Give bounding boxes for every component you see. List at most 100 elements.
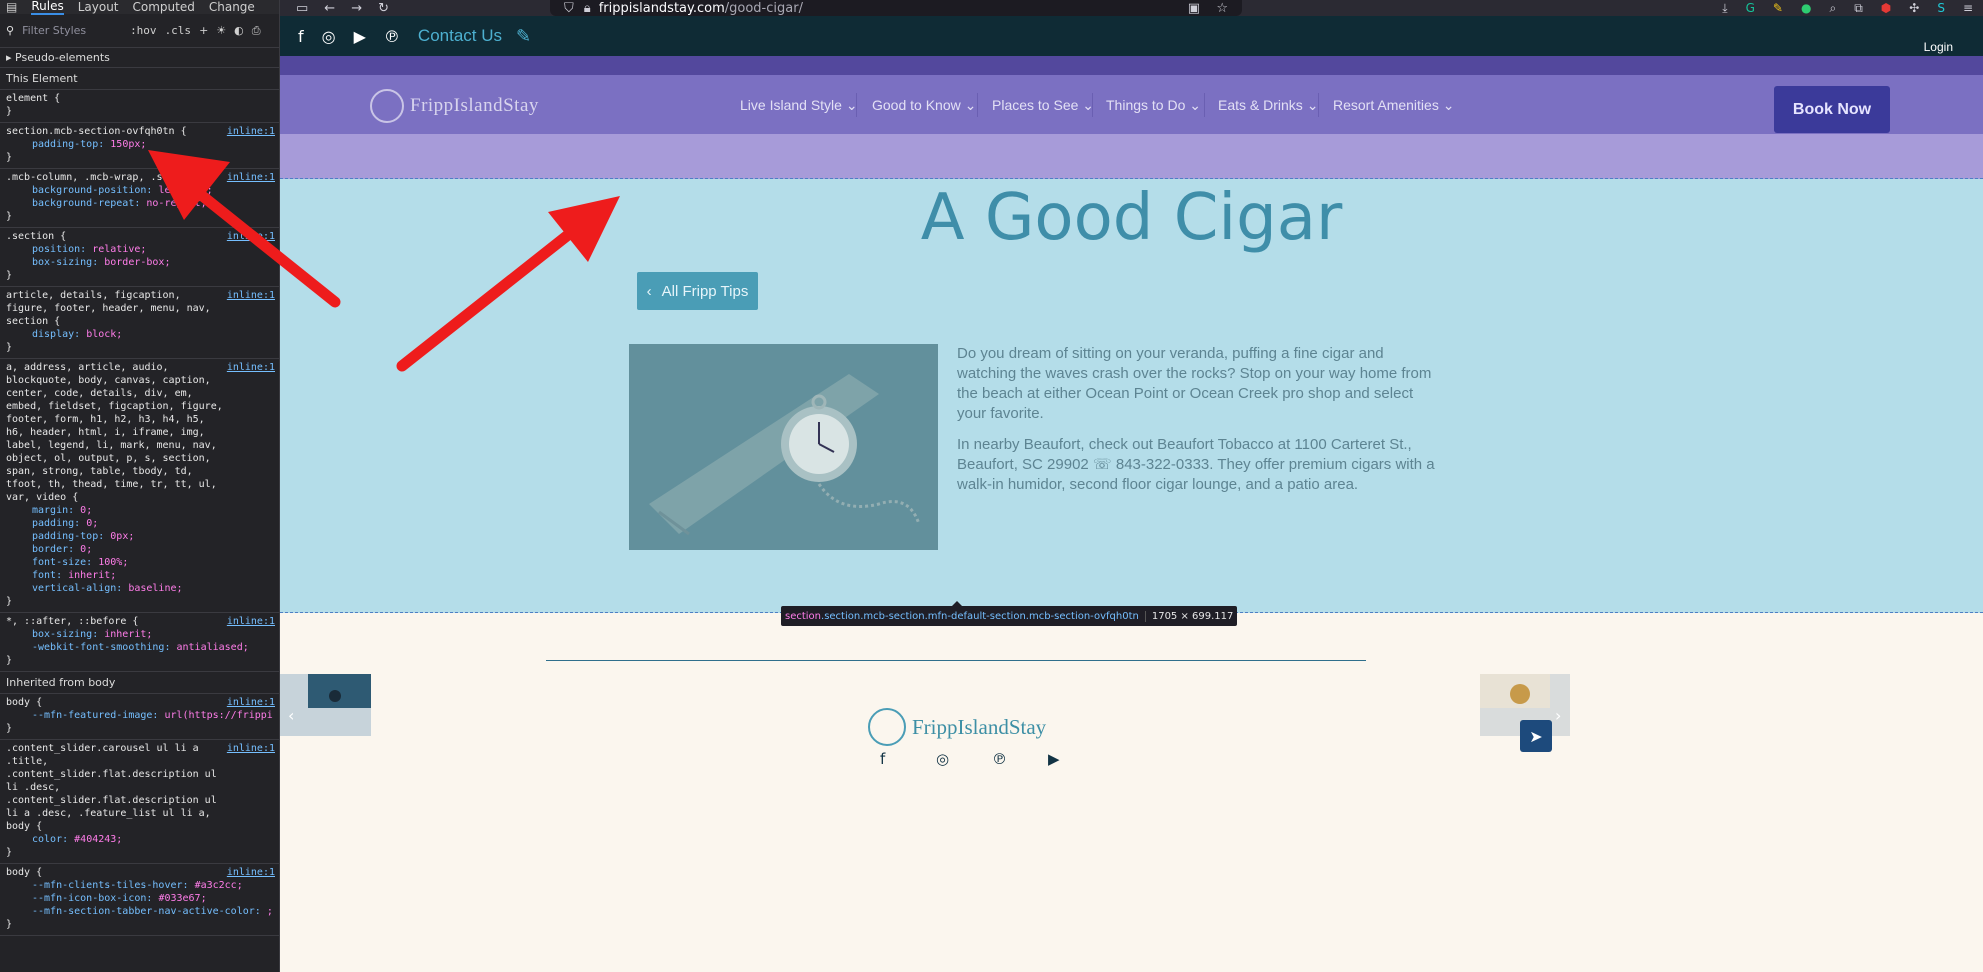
instagram-icon[interactable]: ◎	[322, 27, 336, 46]
css-rule[interactable]: inline:1 body {--mfn-clients-tiles-hover:…	[0, 864, 279, 936]
dark-scheme-icon[interactable]: ◐	[234, 24, 244, 37]
adblock-icon[interactable]: ⬢	[1881, 1, 1891, 15]
add-rule-button[interactable]: +	[199, 24, 208, 37]
rule-source-link[interactable]: inline:1	[227, 289, 275, 302]
toolbar-extensions: ⤓ G ✎ ● ⌕ ⧉ ⬢ ✣ S ≡	[1722, 0, 1973, 16]
nav-label: Good to Know	[872, 97, 961, 113]
nav-item-things-to-do[interactable]: Things to Do ⌄	[1106, 97, 1201, 114]
css-rule[interactable]: inline:1 body {--mfn-featured-image: url(…	[0, 694, 279, 740]
rule-source-link[interactable]: inline:1	[227, 125, 275, 138]
declaration[interactable]: --mfn-icon-box-icon: #033e67;	[6, 892, 273, 905]
declaration[interactable]: background-repeat: no-repeat;	[6, 197, 273, 210]
nav-item-places-to-see[interactable]: Places to See ⌄	[992, 97, 1094, 114]
declaration[interactable]: --mfn-clients-tiles-hover: #a3c2cc;	[6, 879, 273, 892]
declaration[interactable]: --mfn-section-tabber-nav-active-color: ;	[6, 905, 273, 918]
facebook-icon[interactable]: f	[298, 27, 304, 46]
extension-icon[interactable]: ⧉	[1854, 1, 1863, 16]
chat-widget-button[interactable]: ➤	[1520, 720, 1552, 752]
rule-source-link[interactable]: inline:1	[227, 230, 275, 243]
css-rule[interactable]: inline:1 article, details, figcaption, fi…	[0, 287, 279, 359]
declaration[interactable]: -webkit-font-smoothing: antialiased;	[6, 641, 273, 654]
declaration[interactable]: box-sizing: border-box;	[6, 256, 273, 269]
declaration[interactable]: vertical-align: baseline;	[6, 582, 273, 595]
declaration[interactable]: --mfn-featured-image: url(https://frippi…	[6, 709, 273, 722]
declaration[interactable]: padding-top: 150px;	[6, 138, 273, 151]
puzzle-icon[interactable]: ✣	[1909, 1, 1919, 15]
bookmark-star-icon[interactable]: ☆	[1216, 1, 1228, 16]
next-arrow-icon[interactable]: ›	[1555, 706, 1561, 725]
css-rule[interactable]: inline:1 .section {position: relative; box…	[0, 228, 279, 287]
hov-button[interactable]: :hov	[130, 24, 157, 37]
devtools-tabs: ▤ Rules Layout Computed Change	[0, 0, 279, 15]
light-scheme-icon[interactable]: ☀	[216, 24, 226, 37]
all-fripp-tips-button[interactable]: ‹ All Fripp Tips	[637, 272, 758, 310]
rule-source-link[interactable]: inline:1	[227, 171, 275, 184]
pinterest-icon[interactable]: ℗	[384, 27, 400, 46]
prev-arrow-icon[interactable]: ‹	[288, 706, 294, 725]
css-rule[interactable]: inline:1 .mcb-column, .mcb-wrap, .se… {ba…	[0, 169, 279, 228]
sidebar-icon[interactable]: ▭	[296, 1, 308, 16]
footer-instagram-icon[interactable]: ◎	[936, 750, 949, 768]
reload-icon[interactable]: ↻	[378, 1, 389, 16]
rule-source-link[interactable]: inline:1	[227, 866, 275, 879]
css-rule[interactable]: inline:1 a, address, article, audio, bloc…	[0, 359, 279, 613]
s-extension-icon[interactable]: S	[1937, 1, 1945, 15]
footer-youtube-icon[interactable]: ▶	[1048, 750, 1060, 768]
css-rule[interactable]: inline:1 section.mcb-section-ovfqh0tn {pa…	[0, 123, 279, 169]
color-picker-icon[interactable]: ✎	[1773, 1, 1783, 15]
contact-us-link[interactable]: Contact Us	[418, 26, 502, 46]
book-now-button[interactable]: Book Now	[1774, 86, 1890, 133]
declaration[interactable]: position: relative;	[6, 243, 273, 256]
declaration[interactable]: font-size: 100%;	[6, 556, 273, 569]
declaration[interactable]: border: 0;	[6, 543, 273, 556]
declaration-property: color:	[32, 834, 75, 845]
rule-source-link[interactable]: inline:1	[227, 361, 275, 374]
tab-computed[interactable]: Computed	[133, 0, 195, 14]
tab-rules[interactable]: Rules	[31, 0, 64, 15]
nav-item-resort-amenities[interactable]: Resort Amenities ⌄	[1333, 97, 1454, 114]
forward-icon[interactable]: →	[351, 1, 362, 16]
filter-styles-input[interactable]: Filter Styles	[22, 24, 122, 37]
css-rule[interactable]: inline:1 *, ::after, ::before {box-sizing…	[0, 613, 279, 672]
pseudo-elements-toggle[interactable]: ▸ Pseudo-elements	[0, 48, 279, 68]
nav-item-eats-drinks[interactable]: Eats & Drinks ⌄	[1218, 97, 1318, 114]
rule-source-link[interactable]: inline:1	[227, 696, 275, 709]
youtube-icon[interactable]: ▶	[354, 27, 366, 46]
css-rule[interactable]: inline:1 .content_slider.carousel ul li a…	[0, 740, 279, 864]
url-bar[interactable]: ⛉ 🔒︎ frippislandstay.com/good-cigar/ ▣ ☆	[550, 0, 1242, 16]
footer-logo[interactable]: FrippIslandStay	[868, 708, 1046, 746]
rule-source-link[interactable]: inline:1	[227, 742, 275, 755]
declaration[interactable]: color: #404243;	[6, 833, 273, 846]
declaration[interactable]: padding: 0;	[6, 517, 273, 530]
footer-pinterest-icon[interactable]: ℗	[992, 750, 1007, 768]
css-rule[interactable]: element {}	[0, 90, 279, 123]
prev-post-thumbnail[interactable]	[280, 674, 371, 736]
grammarly-icon[interactable]: G	[1746, 1, 1755, 15]
declaration[interactable]: font: inherit;	[6, 569, 273, 582]
cls-button[interactable]: .cls	[165, 24, 192, 37]
print-icon[interactable]: ⎙	[252, 24, 261, 38]
login-link[interactable]: Login	[1924, 40, 1953, 54]
zoom-icon[interactable]: ⌕	[1829, 1, 1836, 16]
declaration[interactable]: display: block;	[6, 328, 273, 341]
rule-source-link[interactable]: inline:1	[227, 615, 275, 628]
downloads-icon[interactable]: ⤓	[1722, 1, 1727, 16]
declaration[interactable]: box-sizing: inherit;	[6, 628, 273, 641]
tab-layout[interactable]: Layout	[78, 0, 119, 14]
declaration[interactable]: padding-top: 0px;	[6, 530, 273, 543]
site-logo[interactable]: FrippIslandStay	[370, 89, 539, 123]
back-icon[interactable]: ←	[324, 1, 335, 16]
nav-item-good-to-know[interactable]: Good to Know ⌄	[872, 97, 976, 114]
tab-changes[interactable]: Change	[209, 0, 255, 14]
pencil-icon[interactable]: ✎	[516, 26, 531, 47]
extension-green-icon[interactable]: ●	[1801, 1, 1811, 15]
nav-item-live-island-style[interactable]: Live Island Style ⌄	[740, 97, 858, 114]
inspector-tooltip: section .section.mcb-section.mfn-default-…	[781, 606, 1238, 626]
declaration[interactable]: background-position: left top;	[6, 184, 273, 197]
layout-icon[interactable]: ▤	[6, 0, 17, 14]
menu-icon[interactable]: ≡	[1963, 1, 1973, 15]
reader-icon[interactable]: ▣	[1188, 1, 1200, 16]
footer-facebook-icon[interactable]: f	[880, 750, 885, 768]
header-strip	[280, 56, 1983, 75]
declaration[interactable]: margin: 0;	[6, 504, 273, 517]
